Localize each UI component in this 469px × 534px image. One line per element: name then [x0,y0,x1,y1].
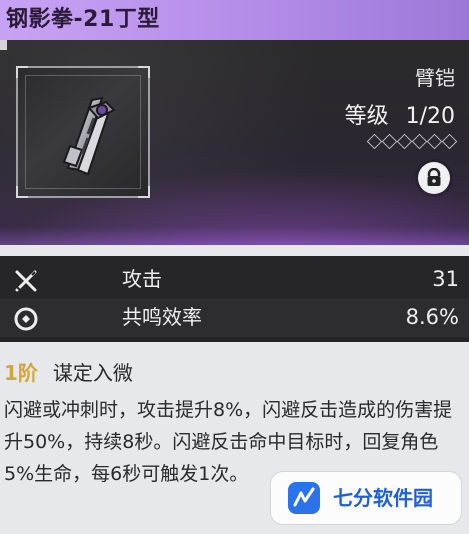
watermark-text: 七分软件园 [333,486,433,510]
stat-row: 共鸣效率 8.6% [0,299,469,337]
level-label: 等级 [344,104,389,129]
portrait-corner-top-left [16,66,28,78]
stat-value: 31 [432,267,459,291]
stats-list: 攻击 31 共鸣效率 8.6% [0,256,469,342]
attack-icon [15,270,37,292]
portrait-corner-bottom-left [16,186,28,198]
watermark-logo-icon [288,482,320,514]
level-value: 1/20 [405,104,455,129]
stat-label: 共鸣效率 [122,305,202,329]
watermark: 七分软件园 [271,472,461,524]
refinement-star-icon [426,133,443,150]
item-portrait[interactable] [16,66,150,198]
portrait-corner-bottom-right [138,186,150,198]
lock-button[interactable] [418,162,450,194]
refinement-stars [366,133,458,150]
level-row: 等级 1/20 [345,98,455,130]
portrait-corner-top-right [138,66,150,78]
refinement-star-icon [366,133,383,150]
skill-name: 谋定入微 [52,361,133,385]
skill-title: 1阶 谋定入微 [4,360,133,386]
title-bar: 钢影拳-21丁型 [0,0,469,40]
stat-label: 攻击 [122,267,162,291]
lock-icon [427,168,441,186]
refinement-star-icon [381,133,398,150]
item-type: 臂铠 [415,66,455,90]
item-detail-panel: 钢影拳-21丁型 臂铠 等级 1/20 攻击 31 共鸣效率 8.6% 1阶 谋… [0,0,469,534]
refinement-star-icon [411,133,428,150]
card-divider [0,227,469,245]
item-title: 钢影拳-21丁型 [6,7,160,32]
item-card: 臂铠 等级 1/20 [0,40,469,245]
resonance-efficiency-icon [14,307,38,331]
stat-value: 8.6% [405,305,459,329]
gauntlet-icon [62,96,116,176]
stat-row: 攻击 31 [0,261,469,299]
card-corner-mark [0,40,7,50]
skill-rank: 1阶 [4,361,38,385]
refinement-star-icon [396,133,413,150]
refinement-star-icon [441,133,458,150]
